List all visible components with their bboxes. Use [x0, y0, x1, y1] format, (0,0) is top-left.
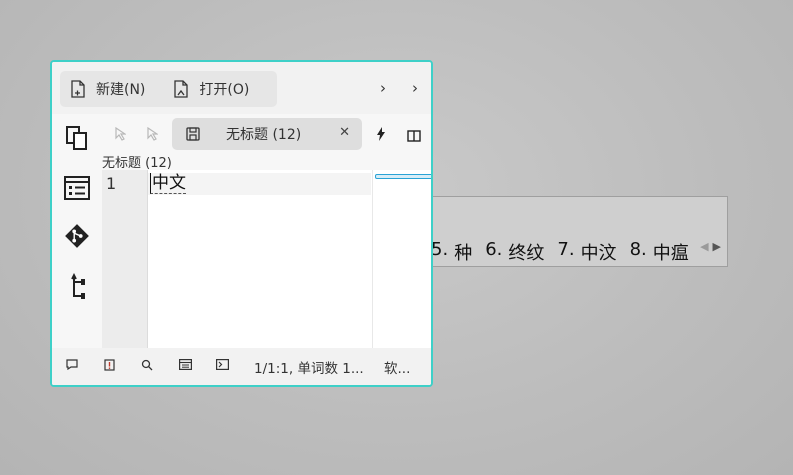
open-button-label: 打开(O) — [199, 82, 250, 98]
ime-candidate[interactable]: 7. 中汶 — [557, 239, 616, 265]
line-number: 1 — [106, 174, 117, 193]
editor-line-text[interactable]: 中文 — [150, 173, 186, 194]
minimap-viewport-indicator[interactable] — [375, 174, 431, 179]
open-file-icon — [173, 80, 189, 98]
ime-next-page-icon[interactable]: ▶ — [713, 240, 721, 253]
lightning-icon[interactable] — [376, 126, 386, 145]
ime-page-arrows: ◀ ▶ — [700, 240, 721, 253]
minimap[interactable] — [372, 170, 431, 350]
editor-window: 新建(N) 打开(O) › › 无标题 (12) ✕ 无标题 (12) 1 中文… — [50, 60, 433, 387]
breadcrumb[interactable]: 无标题 (12) — [102, 152, 431, 171]
open-button[interactable]: 打开(O) — [163, 71, 259, 107]
cursor-position-status[interactable]: 1/1:1, 单词数 1... — [254, 357, 364, 377]
toolbar-button-group: 新建(N) 打开(O) — [60, 71, 277, 107]
split-view-icon[interactable] — [407, 127, 421, 146]
outline-panel-icon[interactable] — [179, 359, 192, 370]
status-bar: 1/1:1, 单词数 1... 软... — [52, 348, 431, 385]
ime-candidate[interactable]: 5. 种 — [431, 239, 472, 265]
chevron-right-icon[interactable]: › — [412, 79, 418, 97]
activity-sidebar — [52, 114, 102, 385]
top-toolbar: 新建(N) 打开(O) › › — [52, 62, 431, 114]
ime-candidate[interactable]: 8. 中瘟 — [630, 239, 689, 265]
forward-icon[interactable] — [146, 126, 159, 145]
search-icon[interactable] — [141, 359, 153, 371]
tab-untitled[interactable]: 无标题 (12) ✕ — [172, 118, 362, 150]
ime-prev-page-icon[interactable]: ◀ — [700, 240, 708, 253]
chevron-right-icon[interactable]: › — [380, 79, 386, 97]
new-button[interactable]: 新建(N) — [60, 71, 155, 107]
editor-area[interactable]: 1 中文 — [102, 170, 431, 350]
new-button-label: 新建(N) — [96, 82, 146, 98]
line-number-gutter: 1 — [102, 170, 148, 350]
ime-candidate-list: 5. 种 6. 终纹 7. 中汶 8. 中瘟 — [431, 239, 689, 265]
close-icon[interactable]: ✕ — [339, 125, 350, 140]
encoding-status[interactable]: 软... — [384, 357, 410, 377]
explorer-icon[interactable] — [63, 124, 91, 152]
tab-title: 无标题 (12) — [226, 127, 302, 143]
back-icon[interactable] — [114, 126, 127, 145]
new-file-icon — [70, 80, 86, 98]
git-icon[interactable] — [63, 222, 91, 250]
structure-icon[interactable] — [63, 272, 91, 300]
comment-icon[interactable] — [66, 359, 78, 370]
tab-bar: 无标题 (12) ✕ — [102, 114, 431, 152]
ime-candidate[interactable]: 6. 终纹 — [485, 239, 544, 265]
problems-icon[interactable] — [104, 359, 115, 371]
save-icon[interactable] — [186, 127, 200, 141]
outline-icon[interactable] — [63, 174, 91, 202]
terminal-icon[interactable] — [216, 359, 229, 370]
